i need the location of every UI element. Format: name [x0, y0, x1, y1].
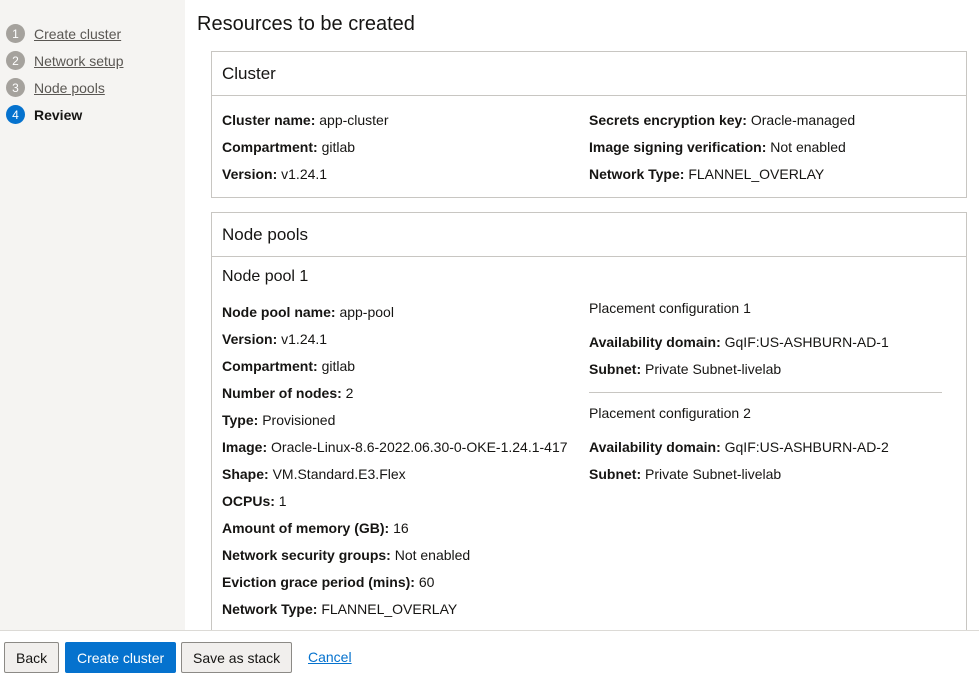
pool-field: Node pool name: app-pool: [222, 303, 394, 321]
wizard-steps-sidebar: 1 Create cluster 2 Network setup 3 Node …: [0, 0, 185, 630]
step-create-cluster[interactable]: 1 Create cluster: [0, 20, 185, 47]
step-label: Review: [34, 106, 83, 123]
node-pools-panel-title: Node pools: [212, 213, 966, 257]
field-value: GqIF:US-ASHBURN-AD-1: [724, 334, 889, 350]
page-title: Resources to be created: [197, 13, 415, 35]
pool-field: Shape: VM.Standard.E3.Flex: [222, 465, 406, 483]
field-value: v1.24.1: [281, 166, 328, 182]
step-number: 1: [6, 24, 25, 43]
subnet-field: Subnet: Private Subnet-livelab: [589, 360, 781, 378]
step-label[interactable]: Network setup: [34, 53, 123, 69]
pool-field: Eviction grace period (mins): 60: [222, 573, 434, 591]
pool-field: OCPUs: 1: [222, 492, 287, 510]
field-value: 16: [393, 520, 409, 536]
field-key: OCPUs:: [222, 493, 275, 509]
field-key: Network Type:: [589, 166, 685, 182]
review-main: Resources to be created Cluster Cluster …: [197, 0, 979, 630]
footer-actions: Back Create cluster Save as stack Cancel: [0, 630, 979, 679]
field-value: gitlab: [321, 358, 356, 374]
step-network-setup[interactable]: 2 Network setup: [0, 47, 185, 74]
field-key: Network Type:: [222, 601, 318, 617]
step-label[interactable]: Create cluster: [34, 26, 121, 42]
field-value: VM.Standard.E3.Flex: [272, 466, 406, 482]
field-value: Oracle-managed: [750, 112, 856, 128]
field-value: GqIF:US-ASHBURN-AD-2: [724, 439, 889, 455]
field-key: Availability domain:: [589, 334, 721, 350]
pool-field: Compartment: gitlab: [222, 357, 355, 375]
field-key: Version:: [222, 166, 278, 182]
field-key: Number of nodes:: [222, 385, 342, 401]
field-key: Subnet:: [589, 466, 642, 482]
placement-config-2-title: Placement configuration 2: [589, 405, 751, 421]
network-type-field: Network Type: FLANNEL_OVERLAY: [589, 165, 824, 183]
field-key: Cluster name:: [222, 112, 316, 128]
field-key: Network security groups:: [222, 547, 391, 563]
back-button[interactable]: Back: [4, 642, 60, 673]
pool-field: Number of nodes: 2: [222, 384, 353, 402]
availability-domain-field: Availability domain: GqIF:US-ASHBURN-AD-…: [589, 333, 889, 351]
field-value: FLANNEL_OVERLAY: [321, 601, 458, 617]
node-pool-title: Node pool 1: [222, 268, 309, 285]
compartment-field: Compartment: gitlab: [222, 138, 355, 156]
field-key: Amount of memory (GB):: [222, 520, 390, 536]
node-pools-panel: Node pools Node pool 1 Node pool name: a…: [211, 212, 967, 630]
cluster-panel: Cluster Cluster name: app-cluster Compar…: [211, 51, 967, 198]
field-value: gitlab: [321, 139, 356, 155]
field-key: Availability domain:: [589, 439, 721, 455]
field-key: Secrets encryption key:: [589, 112, 747, 128]
field-value: 2: [345, 385, 354, 401]
field-value: Not enabled: [770, 139, 846, 155]
pool-field: Network Type: FLANNEL_OVERLAY: [222, 600, 457, 618]
field-value: Provisioned: [262, 412, 336, 428]
field-key: Type:: [222, 412, 259, 428]
cluster-panel-title: Cluster: [212, 52, 966, 96]
field-value: Not enabled: [394, 547, 471, 563]
pool-field: Image: Oracle-Linux-8.6-2022.06.30-0-OKE…: [222, 438, 568, 456]
field-value: 60: [418, 574, 435, 590]
step-node-pools[interactable]: 3 Node pools: [0, 74, 185, 101]
cancel-link[interactable]: Cancel: [308, 649, 352, 665]
step-number: 3: [6, 78, 25, 97]
field-value: Private Subnet-livelab: [645, 361, 782, 377]
pool-field: Network security groups: Not enabled: [222, 546, 470, 564]
placement-divider: [589, 392, 942, 393]
field-key: Eviction grace period (mins):: [222, 574, 415, 590]
field-key: Shape:: [222, 466, 269, 482]
save-as-stack-button[interactable]: Save as stack: [181, 642, 293, 673]
field-key: Compartment:: [222, 358, 318, 374]
field-value: Oracle-Linux-8.6-2022.06.30-0-OKE-1.24.1…: [271, 439, 568, 455]
version-field: Version: v1.24.1: [222, 165, 327, 183]
field-value: Private Subnet-livelab: [645, 466, 782, 482]
field-key: Version:: [222, 331, 278, 347]
cluster-name-field: Cluster name: app-cluster: [222, 111, 389, 129]
secrets-key-field: Secrets encryption key: Oracle-managed: [589, 111, 855, 129]
step-number: 2: [6, 51, 25, 70]
image-signing-field: Image signing verification: Not enabled: [589, 138, 846, 156]
field-key: Node pool name:: [222, 304, 336, 320]
field-key: Image:: [222, 439, 268, 455]
field-key: Compartment:: [222, 139, 318, 155]
step-label[interactable]: Node pools: [34, 80, 105, 96]
field-key: Image signing verification:: [589, 139, 767, 155]
pool-field: Type: Provisioned: [222, 411, 335, 429]
create-cluster-button[interactable]: Create cluster: [65, 642, 177, 673]
step-number: 4: [6, 105, 25, 124]
availability-domain-field: Availability domain: GqIF:US-ASHBURN-AD-…: [589, 438, 889, 456]
field-value: app-cluster: [319, 112, 389, 128]
field-value: v1.24.1: [281, 331, 328, 347]
field-value: FLANNEL_OVERLAY: [688, 166, 825, 182]
field-key: Subnet:: [589, 361, 642, 377]
step-review: 4 Review: [0, 101, 185, 128]
field-value: 1: [278, 493, 287, 509]
subnet-field: Subnet: Private Subnet-livelab: [589, 465, 781, 483]
field-value: app-pool: [339, 304, 394, 320]
placement-config-1-title: Placement configuration 1: [589, 300, 751, 316]
pool-field: Version: v1.24.1: [222, 330, 327, 348]
pool-field: Amount of memory (GB): 16: [222, 519, 409, 537]
